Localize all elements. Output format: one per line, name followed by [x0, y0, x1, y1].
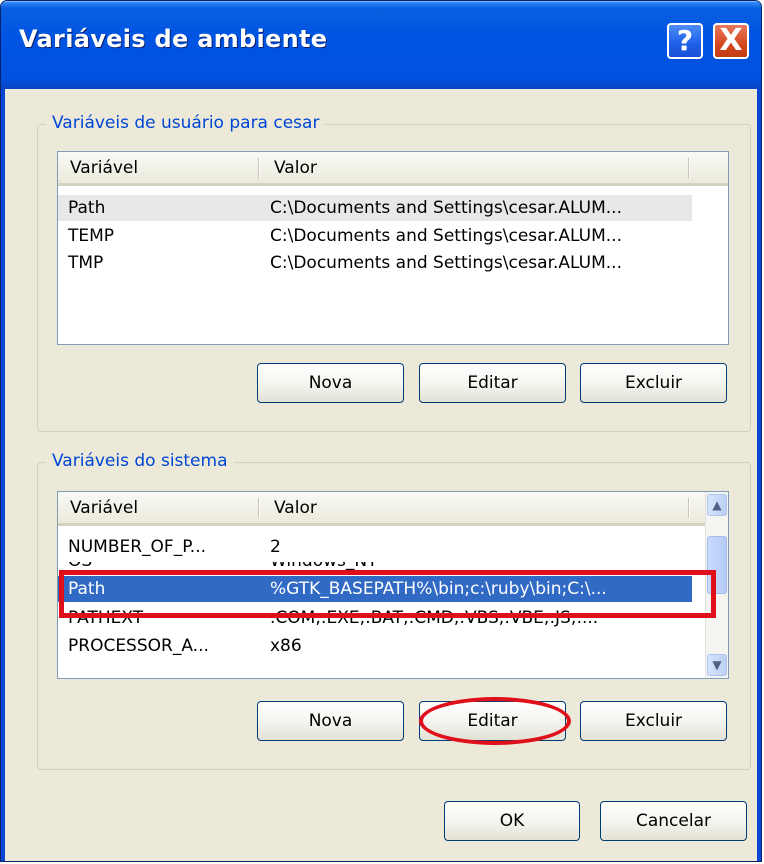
cancel-button[interactable]: Cancelar — [600, 801, 747, 841]
window-border-left — [1, 89, 5, 861]
column-divider[interactable] — [258, 158, 259, 178]
variable-value: C:\Documents and Settings\cesar.ALUM... — [270, 198, 622, 218]
annotation-highlight-ellipse — [419, 697, 571, 745]
user-new-button[interactable]: Nova — [257, 363, 404, 403]
ok-button[interactable]: OK — [444, 801, 580, 841]
system-new-button[interactable]: Nova — [257, 701, 404, 741]
title-bar: Variáveis de ambiente ? X — [1, 1, 761, 89]
scroll-up-icon[interactable]: ▲ — [707, 494, 727, 516]
column-header-variable[interactable]: Variável — [70, 498, 138, 518]
list-item[interactable]: TMP C:\Documents and Settings\cesar.ALUM… — [58, 250, 692, 276]
system-variables-group-title: Variáveis do sistema — [46, 451, 234, 471]
column-divider[interactable] — [688, 498, 689, 518]
variable-value: 2 — [270, 537, 281, 557]
user-variables-group-title: Variáveis de usuário para cesar — [46, 113, 326, 133]
list-item[interactable]: NUMBER_OF_P... 2 — [58, 534, 692, 560]
help-button[interactable]: ? — [667, 23, 703, 59]
variable-name: TMP — [68, 253, 104, 273]
window-title: Variáveis de ambiente — [19, 25, 328, 53]
list-header: Variável Valor — [58, 152, 728, 186]
column-divider[interactable] — [688, 158, 689, 178]
variable-value: C:\Documents and Settings\cesar.ALUM... — [270, 253, 622, 273]
variable-name: PROCESSOR_A... — [68, 636, 209, 656]
list-item[interactable]: TEMP C:\Documents and Settings\cesar.ALU… — [58, 223, 692, 249]
column-header-variable[interactable]: Variável — [70, 158, 138, 178]
close-button[interactable]: X — [713, 23, 749, 59]
variable-name: TEMP — [68, 226, 115, 246]
column-divider[interactable] — [258, 498, 259, 518]
user-variables-list[interactable]: Variável Valor Path C:\Documents and Set… — [57, 151, 729, 345]
variable-name: NUMBER_OF_P... — [68, 537, 207, 557]
list-header: Variável Valor — [58, 492, 706, 526]
annotation-highlight-rectangle — [59, 570, 716, 618]
list-item[interactable]: PROCESSOR_A... x86 — [58, 633, 692, 659]
column-header-value[interactable]: Valor — [274, 158, 317, 178]
scroll-down-icon[interactable]: ▼ — [707, 654, 727, 676]
variable-value: C:\Documents and Settings\cesar.ALUM... — [270, 226, 622, 246]
variable-value: x86 — [270, 636, 302, 656]
system-delete-button[interactable]: Excluir — [580, 701, 727, 741]
user-delete-button[interactable]: Excluir — [580, 363, 727, 403]
user-edit-button[interactable]: Editar — [419, 363, 566, 403]
environment-variables-dialog: Variáveis de ambiente ? X Variáveis de u… — [0, 0, 762, 862]
column-header-value[interactable]: Valor — [274, 498, 317, 518]
list-item[interactable]: Path C:\Documents and Settings\cesar.ALU… — [58, 195, 692, 221]
variable-name: Path — [68, 198, 106, 218]
window-border-right — [757, 89, 761, 861]
